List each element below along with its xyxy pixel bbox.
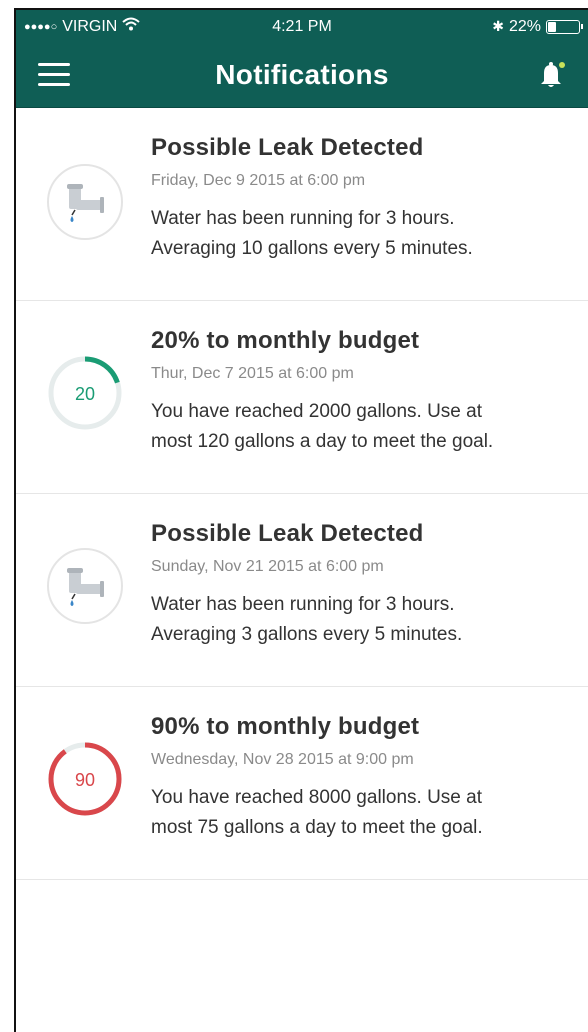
notification-title: Possible Leak Detected — [151, 520, 424, 547]
notification-title: 20% to monthly budget — [151, 327, 420, 354]
notification-list: Possible Leak Detected Friday, Dec 9 201… — [16, 108, 588, 880]
faucet-leak-icon — [46, 163, 124, 241]
notification-date: Wednesday, Nov 28 2015 at 9:00 pm — [151, 751, 414, 768]
notification-content: Possible Leak Detected Friday, Dec 9 201… — [151, 134, 578, 264]
notification-body-line: Water has been running for 3 hours. — [151, 208, 455, 229]
budget-progress-ring: 90 — [46, 740, 124, 818]
notification-content: 90% to monthly budget Wednesday, Nov 28 … — [151, 713, 578, 843]
notification-body-line: Water has been running for 3 hours. — [151, 594, 455, 615]
navigation-bar: Notifications — [16, 43, 588, 108]
notification-title: 90% to monthly budget — [151, 713, 420, 740]
notification-item[interactable]: 20 20% to monthly budget Thur, Dec 7 201… — [16, 301, 588, 494]
status-left: ●●●●○ VIRGIN — [24, 17, 141, 36]
budget-progress-ring: 20 — [46, 354, 124, 432]
battery-percent: 22% — [508, 17, 541, 35]
carrier-label: VIRGIN — [62, 17, 118, 35]
notification-item[interactable]: 90 90% to monthly budget Wednesday, Nov … — [16, 687, 588, 880]
notification-date: Sunday, Nov 21 2015 at 6:00 pm — [151, 558, 384, 575]
notification-body-line: most 75 gallons a day to meet the goal. — [151, 817, 483, 838]
notification-title: Possible Leak Detected — [151, 134, 424, 161]
notification-body-line: You have reached 8000 gallons. Use at — [151, 787, 482, 808]
notification-body: You have reached 8000 gallons. Use at mo… — [151, 783, 578, 843]
signal-strength-icon: ●●●●○ — [24, 20, 58, 33]
phone-screen: ●●●●○ VIRGIN 4:21 PM ✱ 22% Notifications — [14, 8, 588, 1032]
ring-value: 90 — [75, 770, 95, 790]
notification-body: Water has been running for 3 hours. Aver… — [151, 590, 578, 650]
notification-body: Water has been running for 3 hours. Aver… — [151, 204, 578, 264]
wifi-icon — [122, 17, 141, 36]
notification-body-line: You have reached 2000 gallons. Use at — [151, 401, 482, 422]
notification-body: You have reached 2000 gallons. Use at mo… — [151, 397, 578, 457]
notification-content: Possible Leak Detected Sunday, Nov 21 20… — [151, 520, 578, 650]
notification-date: Thur, Dec 7 2015 at 6:00 pm — [151, 365, 354, 382]
notification-body-line: Averaging 3 gallons every 5 minutes. — [151, 624, 463, 645]
notification-body-line: most 120 gallons a day to meet the goal. — [151, 431, 494, 452]
notification-item[interactable]: Possible Leak Detected Sunday, Nov 21 20… — [16, 494, 588, 687]
notification-item[interactable]: Possible Leak Detected Friday, Dec 9 201… — [16, 108, 588, 301]
battery-icon — [546, 19, 583, 34]
faucet-leak-icon — [46, 547, 124, 625]
ring-value: 20 — [75, 384, 95, 404]
notification-dot — [559, 62, 565, 68]
status-bar: ●●●●○ VIRGIN 4:21 PM ✱ 22% — [16, 10, 588, 43]
status-right: ✱ 22% — [492, 17, 583, 36]
notification-content: 20% to monthly budget Thur, Dec 7 2015 a… — [151, 327, 578, 457]
bluetooth-icon: ✱ — [492, 18, 504, 34]
notification-date: Friday, Dec 9 2015 at 6:00 pm — [151, 172, 366, 189]
notification-body-line: Averaging 10 gallons every 5 minutes. — [151, 238, 473, 259]
bell-icon[interactable] — [536, 59, 566, 91]
hamburger-menu-icon[interactable] — [38, 63, 70, 87]
page-title: Notifications — [215, 59, 389, 90]
